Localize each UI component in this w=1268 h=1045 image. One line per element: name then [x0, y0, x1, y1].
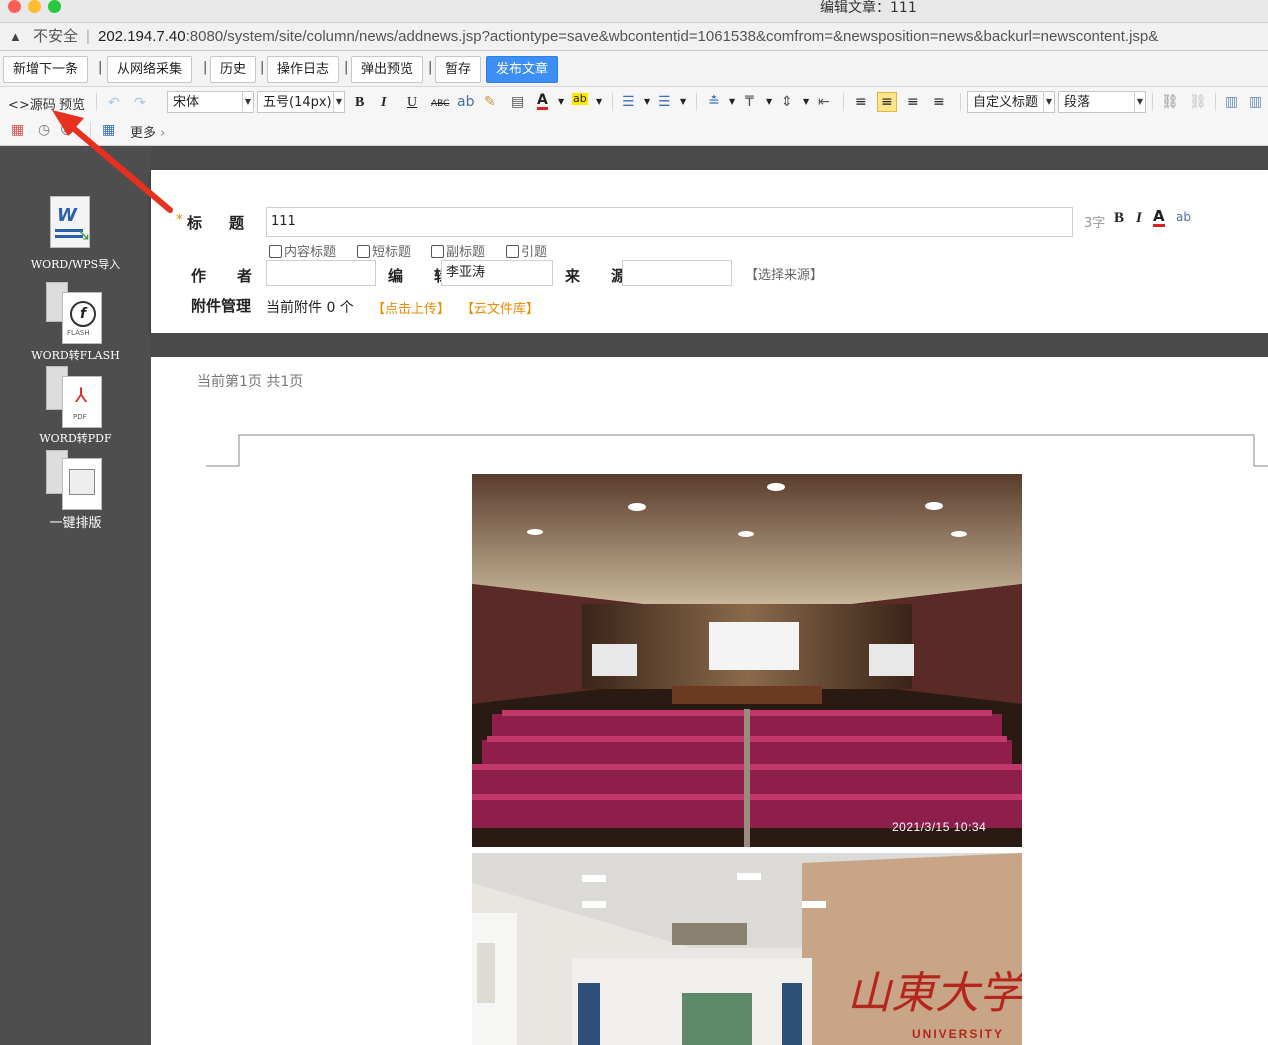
- photo-timestamp: 2021/3/15 10:34: [892, 820, 987, 834]
- svg-text:山東大学: 山東大学: [847, 968, 1022, 1019]
- meeting-room-photo[interactable]: 山東大学 UNIVERSITY: [472, 853, 1022, 1045]
- auditorium-image: [472, 474, 1022, 847]
- auditorium-photo[interactable]: [472, 474, 1022, 847]
- svg-text:UNIVERSITY: UNIVERSITY: [912, 1027, 1004, 1041]
- meeting-room-image: 山東大学 UNIVERSITY: [472, 853, 1022, 1045]
